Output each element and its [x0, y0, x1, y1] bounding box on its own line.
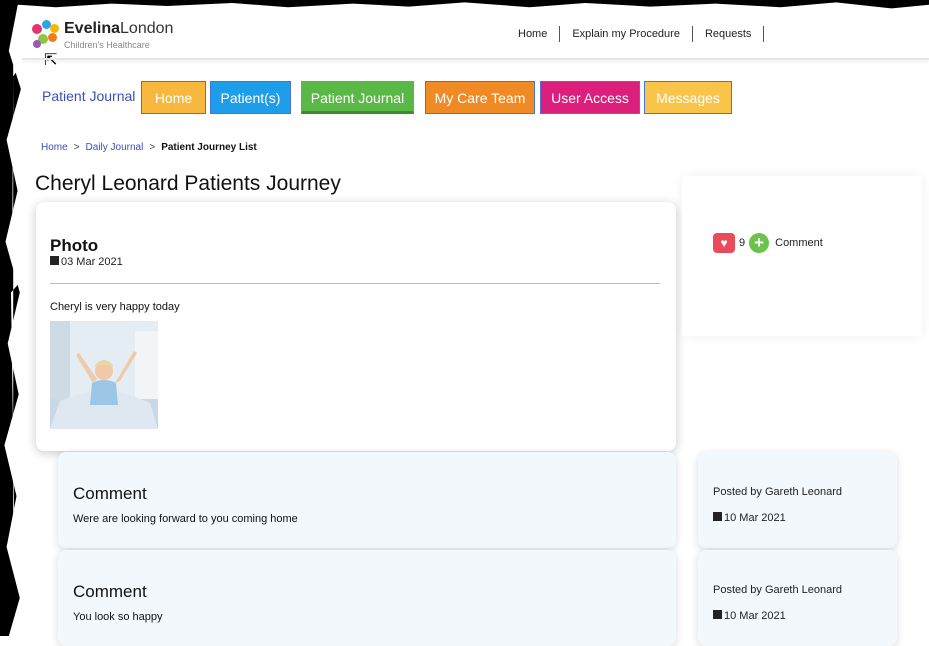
comment-title: Comment [73, 484, 147, 503]
header-divider [22, 58, 929, 60]
breadcrumb-home[interactable]: Home [41, 142, 68, 153]
breadcrumb: Home > Daily Journal > Patient Journey List [41, 142, 257, 153]
top-nav-explain-procedure[interactable]: Explain my Procedure [560, 26, 693, 42]
top-nav: Home Explain my Procedure Requests [512, 26, 765, 42]
comment-author: Posted by Gareth Leonard [713, 486, 843, 498]
comment-date: 10 Mar 2021 [713, 610, 786, 622]
brand-name: EvelinaLondon [64, 20, 174, 37]
scan-edge-top [0, 0, 929, 9]
comment-title: Comment [73, 582, 147, 601]
comment-meta-card: Posted by Gareth Leonard 10 Mar 2021 [698, 452, 897, 548]
comment-meta-card: Posted by Gareth Leonard 10 Mar 2021 [698, 550, 897, 646]
like-count: 9 [739, 237, 746, 249]
calendar-icon [713, 610, 722, 619]
comment-author: Posted by Gareth Leonard [713, 584, 843, 596]
post-date: 03 Mar 2021 [50, 256, 123, 268]
comment-card: Comment Were are looking forward to you … [58, 452, 676, 548]
post-reactions: ♥ 9 + Comment [713, 233, 823, 253]
breadcrumb-daily-journal[interactable]: Daily Journal [86, 142, 144, 153]
top-nav-home[interactable]: Home [512, 26, 561, 42]
comment-date: 10 Mar 2021 [713, 512, 786, 524]
breadcrumb-separator: > [149, 142, 156, 153]
top-nav-requests[interactable]: Requests [693, 26, 765, 42]
calendar-icon [713, 512, 722, 521]
breadcrumb-separator: > [73, 142, 80, 153]
comment-card: Comment You look so happy [58, 550, 676, 646]
brand-subtitle: Children's Healthcare [64, 40, 150, 50]
add-comment-label[interactable]: Comment [775, 237, 823, 249]
tab-patient-journal[interactable]: Patient Journal [301, 81, 414, 114]
mouse-pointer-icon: ⇱ [44, 52, 58, 69]
calendar-icon [50, 256, 59, 265]
comment-text: You look so happy [73, 611, 163, 623]
heart-icon[interactable]: ♥ [713, 233, 735, 253]
section-title: Patient Journal [42, 88, 136, 104]
journal-post-card: Photo 03 Mar 2021 Cheryl is very happy t… [36, 202, 676, 451]
tab-patients[interactable]: Patient(s) [210, 81, 291, 114]
tab-user-access[interactable]: User Access [540, 81, 640, 114]
tab-my-care-team[interactable]: My Care Team [425, 81, 535, 114]
post-sidebar [682, 176, 922, 336]
post-divider [50, 283, 660, 284]
tab-messages[interactable]: Messages [644, 81, 732, 114]
page-title: Cheryl Leonard Patients Journey [35, 172, 341, 195]
post-text: Cheryl is very happy today [50, 301, 180, 313]
post-photo[interactable] [50, 321, 158, 429]
comment-text: Were are looking forward to you coming h… [73, 513, 298, 525]
post-title: Photo [50, 236, 99, 255]
add-comment-icon[interactable]: + [749, 233, 770, 253]
breadcrumb-current: Patient Journey List [161, 142, 257, 153]
tab-home[interactable]: Home [141, 81, 206, 114]
